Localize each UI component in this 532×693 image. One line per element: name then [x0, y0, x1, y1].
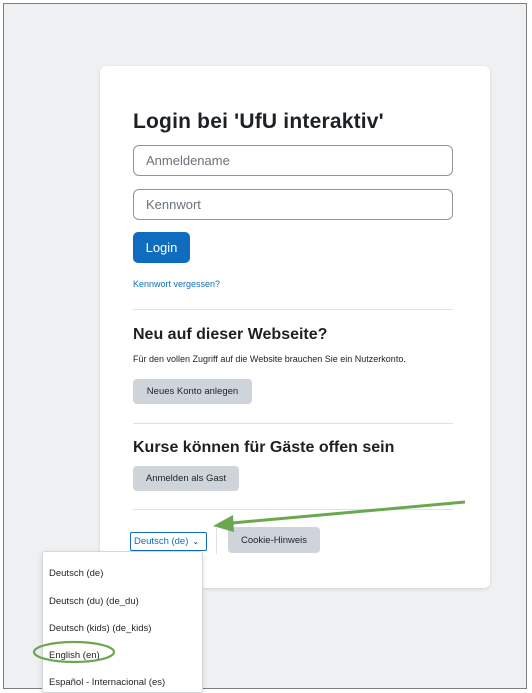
chevron-down-icon: ⌄	[192, 537, 200, 546]
divider	[133, 423, 453, 424]
language-dropdown-menu: Deutsch (de) Deutsch (du) (de_du) Deutsc…	[42, 551, 203, 693]
cookie-notice-button[interactable]: Cookie-Hinweis	[228, 527, 320, 553]
language-option[interactable]: Deutsch (kids) (de_kids)	[49, 623, 151, 634]
login-button[interactable]: Login	[133, 232, 190, 263]
username-input[interactable]	[133, 145, 453, 176]
guest-heading: Kurse können für Gäste offen sein	[133, 439, 395, 456]
language-option[interactable]: Deutsch (de)	[49, 568, 103, 579]
divider	[133, 309, 453, 310]
language-select[interactable]: Deutsch (de) ⌄	[130, 532, 207, 551]
password-input[interactable]	[133, 189, 453, 220]
language-option-english[interactable]: English (en)	[49, 650, 100, 661]
language-option[interactable]: Deutsch (du) (de_du)	[49, 596, 139, 607]
signup-text: Für den vollen Zugriff auf die Website b…	[133, 354, 406, 364]
page-title: Login bei 'UfU interaktiv'	[133, 110, 384, 133]
forgot-password-link[interactable]: Kennwort vergessen?	[133, 279, 220, 289]
language-option[interactable]: Español - Internacional (es)	[49, 677, 165, 688]
footer-separator	[216, 528, 217, 554]
divider	[133, 509, 453, 510]
login-card: Login bei 'UfU interaktiv' Login Kennwor…	[100, 66, 490, 588]
create-account-button[interactable]: Neues Konto anlegen	[133, 379, 252, 404]
signup-heading: Neu auf dieser Webseite?	[133, 326, 328, 343]
page-frame: Login bei 'UfU interaktiv' Login Kennwor…	[3, 3, 527, 693]
language-select-value: Deutsch (de)	[134, 536, 189, 547]
guest-login-button[interactable]: Anmelden als Gast	[133, 466, 239, 491]
